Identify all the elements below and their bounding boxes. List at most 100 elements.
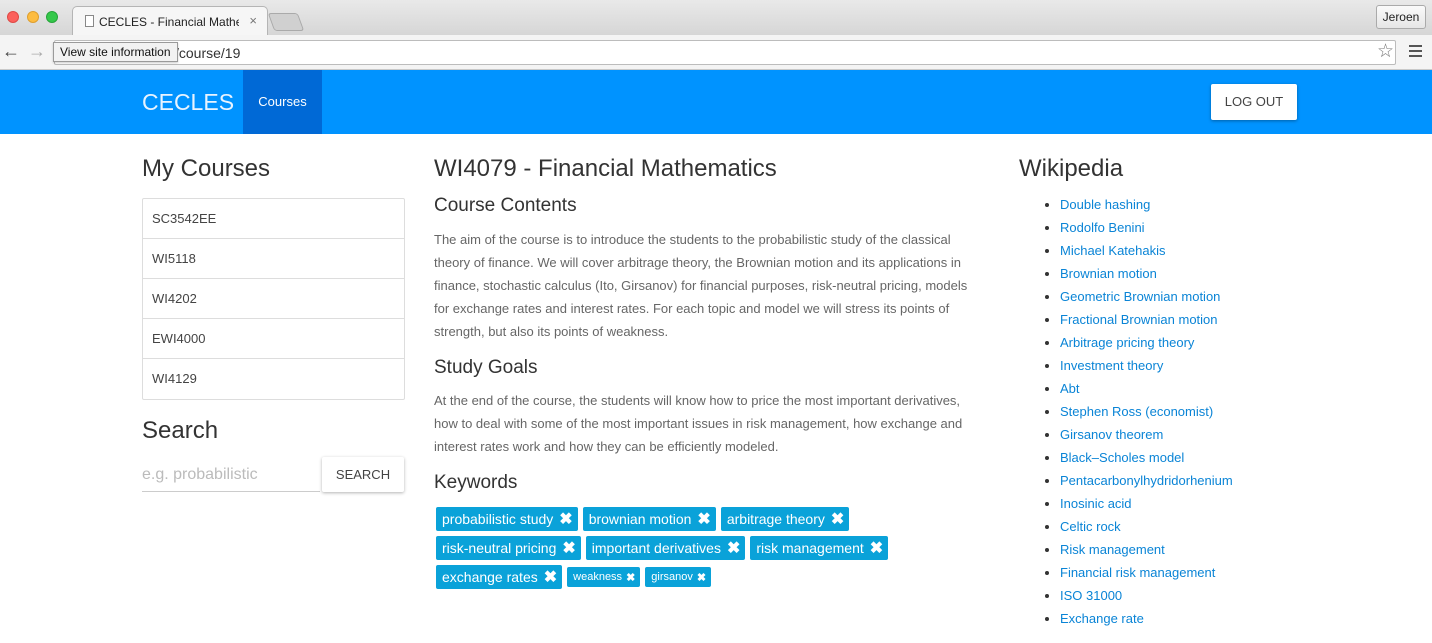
remove-keyword-icon[interactable]: ✖	[562, 538, 575, 558]
wikipedia-link[interactable]: Double hashing	[1060, 197, 1150, 212]
keyword-tag: exchange rates ✖	[436, 565, 563, 589]
wikipedia-link[interactable]: Geometric Brownian motion	[1060, 289, 1220, 304]
url-text[interactable]: /course/19	[175, 45, 240, 61]
wikipedia-link[interactable]: Arbitrage pricing theory	[1060, 335, 1194, 350]
profile-button[interactable]: Jeroen	[1376, 5, 1426, 29]
list-item: Exchange rate	[1060, 607, 1233, 630]
hamburger-menu-icon[interactable]	[1409, 45, 1422, 60]
course-list-item[interactable]: EWI4000	[143, 319, 404, 359]
course-list-item[interactable]: WI4129	[143, 359, 404, 399]
wikipedia-link-list: Double hashing Rodolfo Benini Michael Ka…	[1042, 193, 1233, 630]
keyword-label: arbitrage theory	[726, 511, 825, 527]
wikipedia-link[interactable]: Abt	[1060, 381, 1080, 396]
list-item: Brownian motion	[1060, 262, 1233, 285]
keyword-tags: probabilistic study ✖ brownian motion ✖ ar…	[436, 507, 956, 594]
brand-logo[interactable]: CECLES	[142, 89, 234, 116]
address-bar[interactable]: /course/19	[54, 40, 1396, 65]
course-list-item[interactable]: WI4202	[143, 279, 404, 319]
keyword-tag: important derivatives ✖	[585, 536, 746, 560]
keyword-tag-small: weakness ✖	[567, 567, 641, 587]
list-item: Fractional Brownian motion	[1060, 308, 1233, 331]
tab-title: CECLES - Financial Mathe	[99, 15, 239, 29]
course-list-item[interactable]: WI5118	[143, 239, 404, 279]
list-item: Arbitrage pricing theory	[1060, 331, 1233, 354]
app-navbar: CECLES Courses LOG OUT	[0, 70, 1432, 134]
keyword-tag: brownian motion ✖	[582, 507, 716, 531]
wikipedia-link[interactable]: Celtic rock	[1060, 519, 1121, 534]
list-item: Inosinic acid	[1060, 492, 1233, 515]
remove-keyword-icon[interactable]: ✖	[870, 538, 883, 558]
remove-keyword-icon[interactable]: ✖	[626, 571, 635, 584]
tab-close-icon[interactable]: ×	[249, 13, 257, 28]
remove-keyword-icon[interactable]: ✖	[727, 538, 740, 558]
list-item: Celtic rock	[1060, 515, 1233, 538]
my-courses-heading: My Courses	[142, 155, 271, 182]
wikipedia-link[interactable]: Stephen Ross (economist)	[1060, 404, 1213, 419]
search-input[interactable]	[142, 459, 320, 492]
wikipedia-link[interactable]: Girsanov theorem	[1060, 427, 1163, 442]
list-item: Geometric Brownian motion	[1060, 285, 1233, 308]
course-list: SC3542EE WI5118 WI4202 EWI4000 WI4129	[142, 198, 405, 400]
browser-tab-bar: CECLES - Financial Mathe × Jeroen	[0, 0, 1432, 36]
list-item: Stephen Ross (economist)	[1060, 400, 1233, 423]
list-item: Risk management	[1060, 538, 1233, 561]
wikipedia-link[interactable]: Pentacarbonylhydridorhenium	[1060, 473, 1233, 488]
search-button[interactable]: SEARCH	[322, 457, 404, 492]
wikipedia-link[interactable]: Rodolfo Benini	[1060, 220, 1145, 235]
keyword-tag: risk-neutral pricing ✖	[436, 536, 581, 560]
keyword-label: exchange rates	[442, 569, 538, 585]
study-goals-text: At the end of the course, the students w…	[434, 393, 963, 454]
list-item: ISO 31000	[1060, 584, 1233, 607]
list-item: Investment theory	[1060, 354, 1233, 377]
keyword-tag: risk management ✖	[750, 536, 889, 560]
wikipedia-link[interactable]: Michael Katehakis	[1060, 243, 1166, 258]
bookmark-star-icon[interactable]: ☆	[1377, 40, 1394, 63]
browser-toolbar: ← → /course/19 ☆	[0, 35, 1432, 70]
list-item: Black–Scholes model	[1060, 446, 1233, 469]
keyword-tag: arbitrage theory ✖	[720, 507, 850, 531]
close-window-button[interactable]	[7, 11, 19, 23]
list-item: Financial risk management	[1060, 561, 1233, 584]
zoom-window-button[interactable]	[46, 11, 58, 23]
keyword-tag-small: girsanov ✖	[645, 567, 712, 587]
course-contents-heading: Course Contents	[434, 195, 577, 216]
keyword-label: risk management	[756, 540, 864, 556]
wikipedia-link[interactable]: Black–Scholes model	[1060, 450, 1184, 465]
keyword-label: weakness	[573, 571, 623, 583]
remove-keyword-icon[interactable]: ✖	[559, 509, 572, 529]
wikipedia-link[interactable]: Exchange rate	[1060, 611, 1144, 626]
wikipedia-link[interactable]: Brownian motion	[1060, 266, 1157, 281]
course-title: WI4079 - Financial Mathematics	[434, 155, 777, 182]
wikipedia-link[interactable]: ISO 31000	[1060, 588, 1122, 603]
keyword-label: important derivatives	[591, 540, 721, 556]
forward-arrow-icon[interactable]: →	[28, 41, 46, 62]
list-item: Pentacarbonylhydridorhenium	[1060, 469, 1233, 492]
keyword-label: risk-neutral pricing	[442, 540, 557, 556]
study-goals-heading: Study Goals	[434, 357, 538, 378]
wikipedia-link[interactable]: Inosinic acid	[1060, 496, 1132, 511]
list-item: Michael Katehakis	[1060, 239, 1233, 262]
keyword-label: probabilistic study	[442, 511, 554, 527]
nav-courses-link[interactable]: Courses	[243, 70, 322, 134]
list-item: Abt	[1060, 377, 1233, 400]
keywords-heading: Keywords	[434, 472, 518, 493]
browser-tab[interactable]: CECLES - Financial Mathe ×	[72, 6, 268, 36]
minimize-window-button[interactable]	[27, 11, 39, 23]
logout-button[interactable]: LOG OUT	[1211, 84, 1297, 120]
document-icon	[85, 15, 94, 27]
list-item: Double hashing	[1060, 193, 1233, 216]
keyword-tag: probabilistic study ✖	[436, 507, 578, 531]
back-arrow-icon[interactable]: ←	[2, 41, 20, 62]
remove-keyword-icon[interactable]: ✖	[831, 509, 844, 529]
remove-keyword-icon[interactable]: ✖	[697, 509, 710, 529]
wikipedia-link[interactable]: Fractional Brownian motion	[1060, 312, 1218, 327]
remove-keyword-icon[interactable]: ✖	[697, 571, 706, 584]
remove-keyword-icon[interactable]: ✖	[544, 567, 557, 587]
keyword-label: brownian motion	[588, 511, 692, 527]
new-tab-button[interactable]	[267, 13, 305, 31]
course-contents-text: The aim of the course is to introduce th…	[434, 232, 968, 339]
wikipedia-link[interactable]: Financial risk management	[1060, 565, 1215, 580]
course-list-item[interactable]: SC3542EE	[143, 199, 404, 239]
wikipedia-link[interactable]: Investment theory	[1060, 358, 1163, 373]
wikipedia-link[interactable]: Risk management	[1060, 542, 1165, 557]
